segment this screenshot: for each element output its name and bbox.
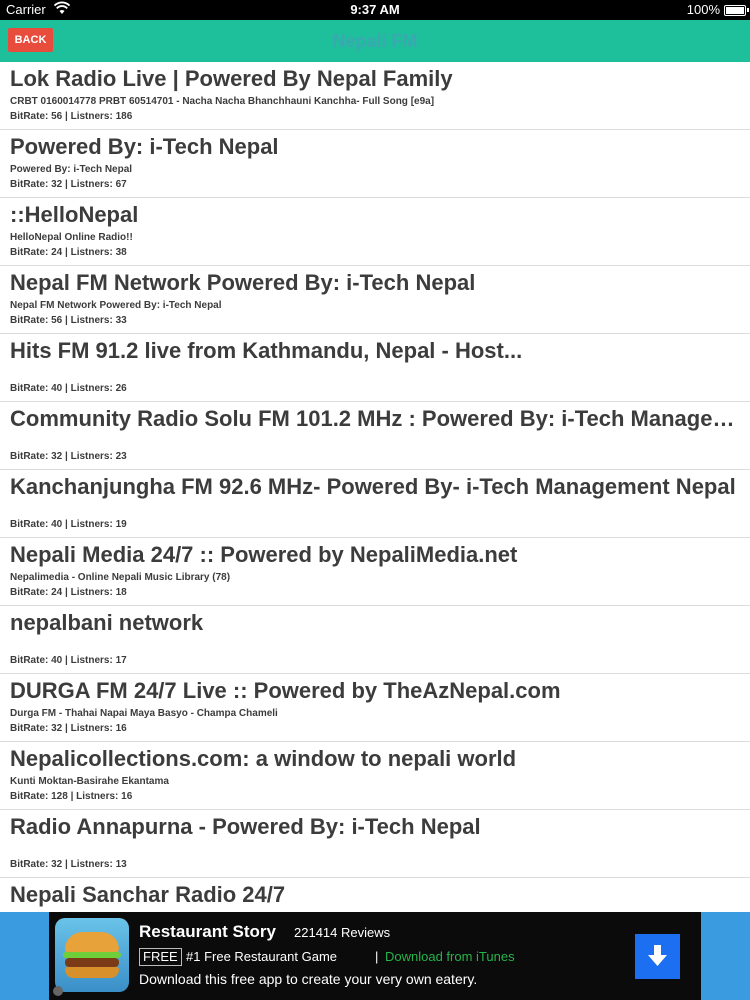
station-row[interactable]: Nepalicollections.com: a window to nepal… xyxy=(0,742,750,810)
station-stats: BitRate: 32 | Listners: 23 xyxy=(10,451,127,462)
back-button[interactable]: BACK xyxy=(8,28,53,52)
station-row[interactable]: Nepali Sanchar Radio 24/7 xyxy=(0,878,750,912)
station-list[interactable]: Lok Radio Live | Powered By Nepal Family… xyxy=(0,62,750,912)
station-stats: BitRate: 32 | Listners: 67 xyxy=(10,179,127,190)
station-stats: BitRate: 32 | Listners: 13 xyxy=(10,859,127,870)
station-row[interactable]: Nepal FM Network Powered By: i-Tech Nepa… xyxy=(0,266,750,334)
station-title: Kanchanjungha FM 92.6 MHz- Powered By- i… xyxy=(10,474,736,499)
station-row[interactable]: nepalbani network BitRate: 40 | Listners… xyxy=(0,606,750,674)
station-title: ::HelloNepal xyxy=(10,202,139,227)
download-button[interactable] xyxy=(635,934,680,979)
station-title: DURGA FM 24/7 Live :: Powered by TheAzNe… xyxy=(10,678,561,703)
ad-separator: | xyxy=(375,949,379,964)
station-title: Nepali Sanchar Radio 24/7 xyxy=(10,882,286,907)
station-description: Nepal FM Network Powered By: i-Tech Nepa… xyxy=(10,300,222,311)
ad-tagline: #1 Free Restaurant Game xyxy=(186,949,338,964)
station-description: Kunti Moktan-Basirahe Ekantama xyxy=(10,776,169,787)
station-title: Lok Radio Live | Powered By Nepal Family xyxy=(10,66,453,91)
ad-banner[interactable]: Restaurant Story 221414 Reviews FREE #1 … xyxy=(0,912,750,1000)
station-row[interactable]: Radio Annapurna - Powered By: i-Tech Nep… xyxy=(0,810,750,878)
station-stats: BitRate: 24 | Listners: 38 xyxy=(10,247,127,258)
station-title: Nepali Media 24/7 :: Powered by NepaliMe… xyxy=(10,542,518,567)
page-title: Nepali FM xyxy=(332,31,418,51)
ad-description: Download this free app to create your ve… xyxy=(139,971,478,987)
station-stats: BitRate: 128 | Listners: 16 xyxy=(10,791,133,802)
battery-icon xyxy=(724,5,746,16)
station-row[interactable]: Community Radio Solu FM 101.2 MHz : Powe… xyxy=(0,402,750,470)
station-description: CRBT 0160014778 PRBT 60514701 - Nacha Na… xyxy=(10,96,435,107)
station-title: Nepalicollections.com: a window to nepal… xyxy=(10,746,517,771)
station-stats: BitRate: 40 | Listners: 26 xyxy=(10,383,127,394)
app-icon[interactable] xyxy=(55,918,129,992)
ad-title: Restaurant Story xyxy=(139,922,276,941)
station-stats: BitRate: 24 | Listners: 18 xyxy=(10,587,127,598)
station-stats: BitRate: 56 | Listners: 186 xyxy=(10,111,133,122)
station-row[interactable]: Nepali Media 24/7 :: Powered by NepaliMe… xyxy=(0,538,750,606)
station-description: Durga FM - Thahai Napai Maya Basyo - Cha… xyxy=(10,708,278,719)
station-description: Powered By: i-Tech Nepal xyxy=(10,164,133,175)
burger-icon xyxy=(63,932,121,978)
station-title: Nepal FM Network Powered By: i-Tech Nepa… xyxy=(10,270,476,295)
station-row[interactable]: Kanchanjungha FM 92.6 MHz- Powered By- i… xyxy=(0,470,750,538)
navigation-bar: BACK Nepali FM xyxy=(0,20,750,62)
station-description: HelloNepal Online Radio!! xyxy=(10,232,133,243)
station-row[interactable]: DURGA FM 24/7 Live :: Powered by TheAzNe… xyxy=(0,674,750,742)
station-stats: BitRate: 32 | Listners: 16 xyxy=(10,723,127,734)
station-title: Powered By: i-Tech Nepal xyxy=(10,134,279,159)
station-stats: BitRate: 40 | Listners: 19 xyxy=(10,519,127,530)
station-row[interactable]: ::HelloNepal HelloNepal Online Radio!! B… xyxy=(0,198,750,266)
station-stats: BitRate: 56 | Listners: 33 xyxy=(10,315,127,326)
download-arrow-icon xyxy=(648,945,667,966)
download-link[interactable]: Download from iTunes xyxy=(385,949,515,964)
station-description: Nepalimedia - Online Nepali Music Librar… xyxy=(10,572,231,583)
ad-reviews: 221414 Reviews xyxy=(294,925,391,940)
station-title: Community Radio Solu FM 101.2 MHz : Powe… xyxy=(10,406,746,431)
ad-content[interactable]: Restaurant Story 221414 Reviews FREE #1 … xyxy=(49,912,701,1000)
battery-tip xyxy=(747,8,749,12)
info-icon[interactable] xyxy=(53,986,63,996)
station-row[interactable]: Hits FM 91.2 live from Kathmandu, Nepal … xyxy=(0,334,750,402)
station-row[interactable]: Lok Radio Live | Powered By Nepal Family… xyxy=(0,62,750,130)
station-stats: BitRate: 40 | Listners: 17 xyxy=(10,655,127,666)
station-title: Hits FM 91.2 live from Kathmandu, Nepal … xyxy=(10,338,523,363)
clock: 9:37 AM xyxy=(350,2,400,17)
free-badge: FREE xyxy=(139,948,182,966)
status-bar: Carrier 9:37 AM 100% xyxy=(0,0,750,20)
station-row[interactable]: Powered By: i-Tech Nepal Powered By: i-T… xyxy=(0,130,750,198)
station-title: nepalbani network xyxy=(10,610,204,635)
battery-percentage: 100% xyxy=(686,2,720,17)
station-title: Radio Annapurna - Powered By: i-Tech Nep… xyxy=(10,814,481,839)
